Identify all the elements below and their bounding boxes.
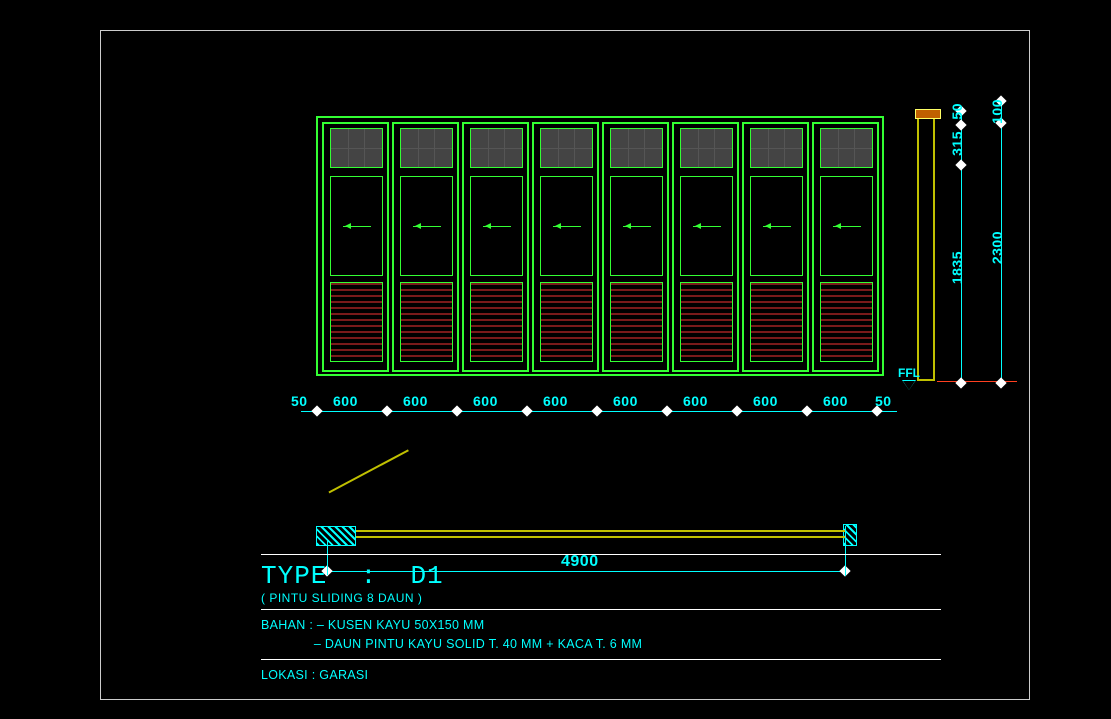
panel-mid — [400, 176, 453, 276]
louver-icon — [540, 282, 593, 362]
type-line: TYPE : D1 — [261, 561, 961, 591]
ffl-triangle-icon — [903, 381, 915, 390]
louver-icon — [680, 282, 733, 362]
type-value: D1 — [410, 561, 443, 591]
dim-tick-icon — [995, 377, 1006, 388]
glass-grid-icon — [610, 128, 663, 168]
dim-tick-icon — [661, 405, 672, 416]
dim-value: 600 — [683, 393, 708, 409]
type-label: TYPE — [261, 561, 327, 591]
dim-tick-icon — [955, 119, 966, 130]
ffl-marker: FFL — [898, 366, 920, 390]
dim-tick-icon — [381, 405, 392, 416]
dim-tick-icon — [955, 159, 966, 170]
dim-value: 50 — [949, 103, 965, 120]
dim-value: 600 — [753, 393, 778, 409]
drawing-frame: 50 600 600 600 600 600 600 600 600 50 18… — [100, 30, 1030, 700]
dim-value: 315 — [949, 131, 965, 156]
dim-tick-icon — [731, 405, 742, 416]
dim-value: 2300 — [989, 231, 1005, 264]
divider — [261, 659, 941, 660]
door-section — [917, 113, 935, 381]
dim-value: 50 — [875, 393, 892, 409]
bahan-1: – KUSEN KAYU 50X150 MM — [317, 618, 485, 632]
louver-icon — [610, 282, 663, 362]
ffl-label: FFL — [898, 366, 920, 380]
dim-tick-icon — [801, 405, 812, 416]
title-block: TYPE : D1 ( PINTU SLIDING 8 DAUN ) BAHAN… — [261, 550, 961, 685]
divider — [261, 609, 941, 610]
door-panel — [322, 122, 389, 372]
door-panel — [742, 122, 809, 372]
arrow-left-icon — [623, 226, 651, 227]
dim-value: 50 — [291, 393, 308, 409]
louver-icon — [750, 282, 803, 362]
dim-value: 600 — [613, 393, 638, 409]
panel-mid — [750, 176, 803, 276]
dim-value: 600 — [403, 393, 428, 409]
glass-grid-icon — [330, 128, 383, 168]
arrow-left-icon — [553, 226, 581, 227]
panel-mid — [470, 176, 523, 276]
glass-grid-icon — [400, 128, 453, 168]
dim-tick-icon — [451, 405, 462, 416]
arrow-left-icon — [483, 226, 511, 227]
dim-value: 100 — [989, 99, 1005, 124]
door-panel — [812, 122, 879, 372]
dim-value: 600 — [333, 393, 358, 409]
lokasi-block: LOKASI : GARASI — [261, 666, 961, 685]
arrow-left-icon — [413, 226, 441, 227]
lintel-cap-icon — [915, 109, 941, 119]
panel-mid — [540, 176, 593, 276]
bahan-2: – DAUN PINTU KAYU SOLID T. 40 MM + KACA … — [314, 637, 642, 651]
divider — [261, 554, 941, 555]
panel-mid — [330, 176, 383, 276]
lokasi-label: LOKASI : — [261, 668, 316, 682]
dim-value: 600 — [473, 393, 498, 409]
open-leaf-icon — [328, 449, 430, 534]
glass-grid-icon — [750, 128, 803, 168]
glass-grid-icon — [680, 128, 733, 168]
dim-value: 600 — [543, 393, 568, 409]
louver-icon — [820, 282, 873, 362]
spec-block: BAHAN : – KUSEN KAYU 50X150 MM – DAUN PI… — [261, 616, 961, 655]
louver-icon — [330, 282, 383, 362]
dim-value: 600 — [823, 393, 848, 409]
arrow-left-icon — [833, 226, 861, 227]
lokasi-value: GARASI — [319, 668, 368, 682]
door-panel — [392, 122, 459, 372]
subtitle: ( PINTU SLIDING 8 DAUN ) — [261, 591, 961, 605]
louver-icon — [400, 282, 453, 362]
track-line — [356, 530, 846, 532]
dim-tick-icon — [521, 405, 532, 416]
track-line — [356, 536, 846, 538]
bahan-label: BAHAN : — [261, 618, 313, 632]
louver-icon — [470, 282, 523, 362]
arrow-left-icon — [343, 226, 371, 227]
door-panel — [532, 122, 599, 372]
door-elevation — [316, 116, 884, 376]
door-panel — [672, 122, 739, 372]
glass-grid-icon — [820, 128, 873, 168]
door-panel — [602, 122, 669, 372]
dim-tick-icon — [591, 405, 602, 416]
arrow-left-icon — [763, 226, 791, 227]
panel-mid — [820, 176, 873, 276]
glass-grid-icon — [540, 128, 593, 168]
panel-mid — [680, 176, 733, 276]
arrow-left-icon — [693, 226, 721, 227]
panel-mid — [610, 176, 663, 276]
dim-value: 1835 — [949, 251, 965, 284]
glass-grid-icon — [470, 128, 523, 168]
dim-tick-icon — [311, 405, 322, 416]
dim-tick-icon — [955, 377, 966, 388]
door-panel — [462, 122, 529, 372]
